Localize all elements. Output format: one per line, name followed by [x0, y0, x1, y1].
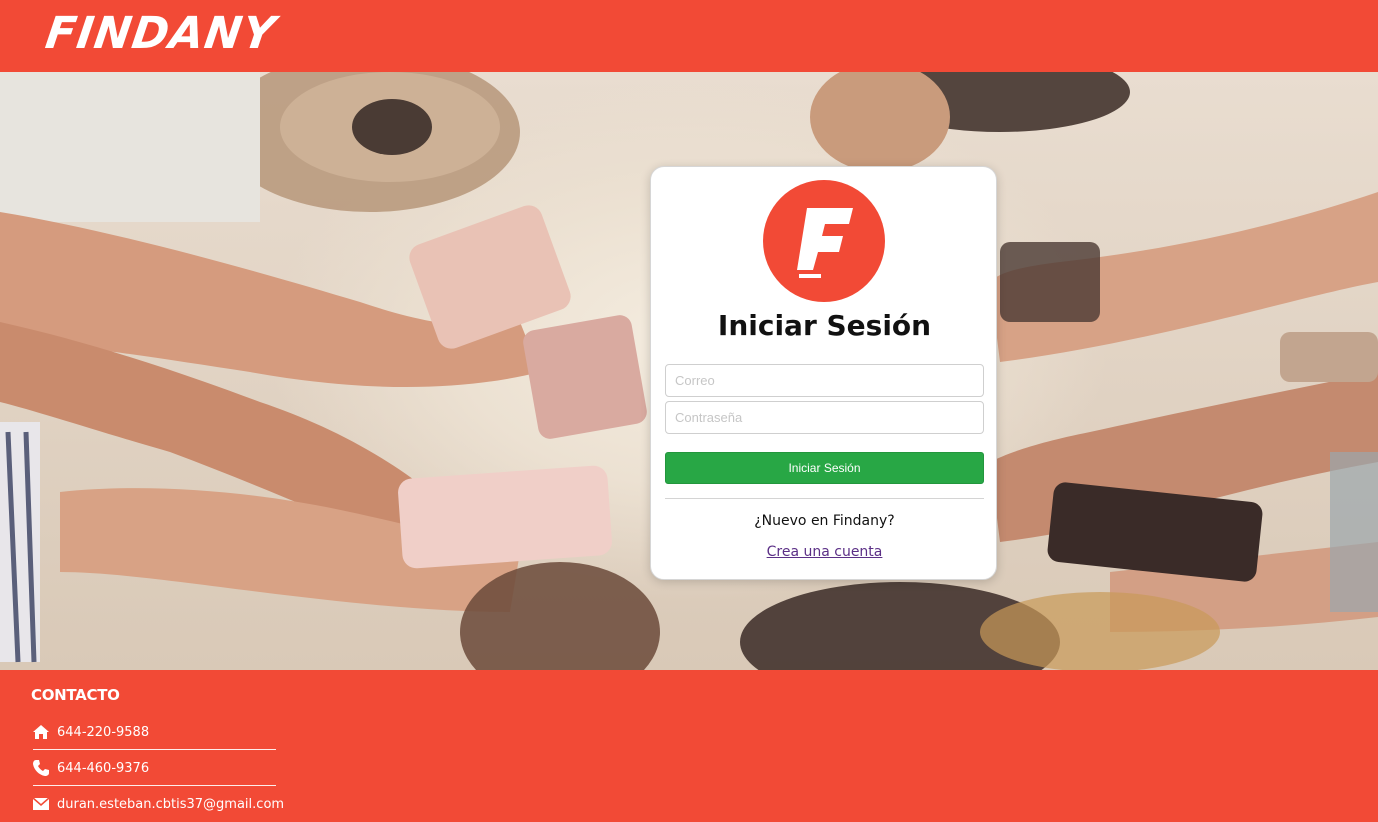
- phone-icon: [32, 759, 50, 777]
- contact-email: duran.esteban.cbtis37@gmail.com: [32, 794, 284, 816]
- footer: CONTACTO 644-220-9588 644-460-9376 duran…: [0, 670, 1378, 822]
- contact-text: duran.esteban.cbtis37@gmail.com: [57, 797, 285, 812]
- contact-text: 644-460-9376: [57, 761, 150, 776]
- new-user-text: ¿Nuevo en Findany?: [754, 513, 895, 529]
- f-logo-icon: [797, 208, 853, 278]
- contact-text: 644-220-9588: [57, 725, 150, 740]
- mail-icon: [32, 795, 50, 813]
- brand-logo[interactable]: FINDANY: [42, 8, 296, 60]
- login-card: Iniciar Sesión Iniciar Sesión ¿Nuevo en …: [650, 166, 997, 580]
- login-button[interactable]: Iniciar Sesión: [665, 452, 984, 484]
- top-navbar: FINDANY: [0, 0, 1378, 72]
- findany-logo: [763, 180, 885, 302]
- contact-phone-2: 644-460-9376: [32, 758, 276, 780]
- contact-divider: [33, 749, 276, 750]
- email-input[interactable]: [665, 364, 984, 397]
- divider: [665, 498, 984, 499]
- login-title: Iniciar Sesión: [717, 309, 932, 342]
- contact-divider: [33, 785, 276, 786]
- brand-name: FINDANY: [42, 8, 280, 59]
- home-icon: [32, 723, 50, 741]
- contact-phone-1: 644-220-9588: [32, 722, 276, 744]
- create-account-link[interactable]: Crea una cuenta: [651, 544, 998, 560]
- password-input[interactable]: [665, 401, 984, 434]
- contact-title: CONTACTO: [31, 686, 120, 704]
